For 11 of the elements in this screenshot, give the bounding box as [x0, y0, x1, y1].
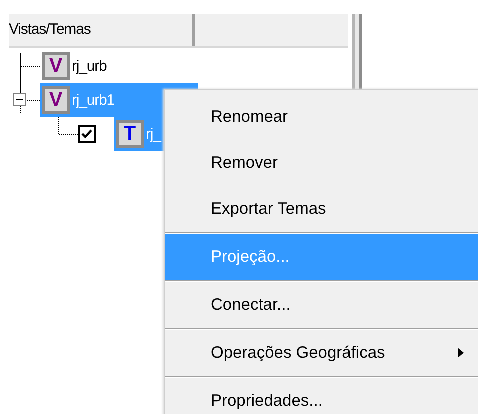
letter-icon: V: [42, 86, 70, 114]
collapse-icon[interactable]: [13, 93, 26, 106]
letter-icon: T: [116, 120, 144, 148]
tree-item[interactable]: V rj_urb: [40, 49, 198, 83]
checkbox[interactable]: [78, 125, 96, 143]
menu-item[interactable]: Conectar...: [165, 282, 478, 328]
letter-icon: V: [42, 52, 70, 80]
menu-item[interactable]: Operações Geográficas: [165, 330, 478, 376]
menu-item[interactable]: Exportar Temas: [165, 186, 478, 232]
checkmark-icon: [81, 128, 93, 140]
menu-item[interactable]: Propriedades...: [165, 378, 478, 414]
